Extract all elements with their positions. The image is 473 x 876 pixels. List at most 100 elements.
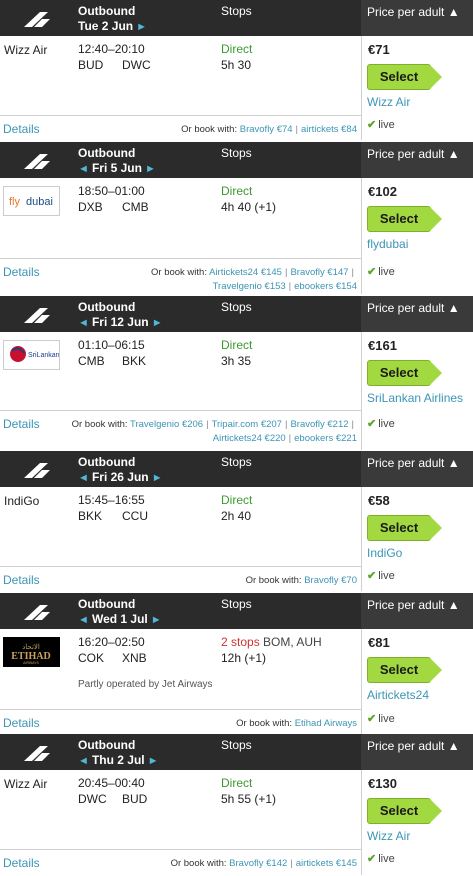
booking-option-link[interactable]: airtickets €145 (296, 858, 357, 869)
svg-text:الاتحاد: الاتحاد (22, 643, 40, 651)
price-sort-header[interactable]: Price per adult ▲ (361, 0, 473, 36)
live-indicator: ✔ live (367, 265, 395, 278)
svg-text:AIRWAYS: AIRWAYS (23, 661, 39, 665)
booking-option-link[interactable]: Tripair.com €207 (212, 419, 282, 430)
booking-option-link[interactable]: Etihad Airways (295, 718, 357, 729)
flight-times: 18:50–01:00 (78, 184, 145, 198)
booking-option-link[interactable]: Bravofly €70 (304, 575, 357, 586)
booking-vendor-link[interactable]: IndiGo (367, 546, 402, 560)
flight-details: SriLankan 01:10–06:15 CMB BKK Direct 3h 35 €16… (0, 332, 473, 450)
prev-date-arrow[interactable]: ◄ (78, 163, 92, 175)
select-button[interactable]: Select (367, 515, 442, 541)
result-header: Outbound ◄ Fri 5 Jun ► Stops Price per adul… (0, 142, 473, 178)
outbound-date: ◄ Fri 26 Jun ► (78, 470, 163, 484)
price-per-adult-label: Price per adult ▲ (367, 5, 460, 19)
or-book-label: Or book with: (170, 858, 227, 869)
details-link[interactable]: Details (3, 122, 40, 136)
flight-duration: 4h 40 (+1) (221, 200, 277, 214)
booking-option-link[interactable]: Airtickets24 €220 (213, 433, 286, 444)
separator: | (284, 267, 288, 278)
destination-code: XNB (122, 651, 147, 665)
booking-option-link[interactable]: ebookers €221 (294, 433, 357, 444)
details-link[interactable]: Details (3, 573, 40, 587)
booking-vendor-link[interactable]: Wizz Air (367, 95, 410, 109)
booking-vendor-link[interactable]: Wizz Air (367, 829, 410, 843)
flight-duration: 12h (+1) (221, 651, 267, 665)
airport-codes: DWC BUD (78, 792, 166, 806)
price-per-adult-label: Price per adult ▲ (367, 598, 460, 612)
price-sort-header[interactable]: Price per adult ▲ (361, 593, 473, 629)
select-button[interactable]: Select (367, 64, 442, 90)
prev-date-arrow[interactable]: ◄ (78, 317, 92, 329)
booking-option-link[interactable]: Bravofly €147 (290, 267, 348, 278)
price-column: €161 Select SriLankan Airlines ✔ live (361, 332, 473, 450)
airline-name: Wizz Air (4, 43, 48, 57)
stops-info: Direct (221, 42, 252, 56)
svg-text:fly: fly (9, 196, 21, 208)
price-sort-header[interactable]: Price per adult ▲ (361, 451, 473, 487)
select-button[interactable]: Select (367, 206, 442, 232)
price-column: €58 Select IndiGo ✔ live (361, 487, 473, 591)
price-sort-header[interactable]: Price per adult ▲ (361, 296, 473, 332)
outbound-date-text: Fri 12 Jun (91, 315, 149, 329)
prev-date-arrow[interactable]: ◄ (78, 755, 92, 767)
result-header: Outbound ◄ Fri 26 Jun ► Stops Price per adu… (0, 451, 473, 487)
select-button[interactable]: Select (367, 798, 442, 824)
price-column: €81 Select Airtickets24 ✔ live (361, 629, 473, 734)
prev-date-arrow[interactable]: ◄ (78, 614, 92, 626)
prev-date-arrow[interactable]: ◄ (78, 472, 92, 484)
flight-times: 20:45–00:40 (78, 776, 145, 790)
airport-codes: CMB BKK (78, 354, 166, 368)
flight-result: Outbound ◄ Thu 2 Jul ► Stops Price per adul… (0, 734, 473, 876)
next-date-arrow[interactable]: ► (149, 472, 163, 484)
select-button[interactable]: Select (367, 657, 442, 683)
details-link[interactable]: Details (3, 716, 40, 730)
booking-option-link[interactable]: Bravofly €74 (240, 124, 293, 135)
next-date-arrow[interactable]: ► (145, 755, 159, 767)
booking-option-link[interactable]: Airtickets24 €145 (209, 267, 282, 278)
flight-duration: 2h 40 (221, 509, 252, 523)
result-header: Outbound ◄ Wed 1 Jul ► Stops Price per adul… (0, 593, 473, 629)
next-date-arrow[interactable]: ► (149, 317, 163, 329)
or-book-label: Or book with: (71, 419, 128, 430)
other-booking-options: Or book with: Bravofly €70 (246, 574, 357, 588)
stops-label: Stops (221, 146, 252, 160)
stops-info: Direct (221, 184, 252, 198)
next-date-arrow[interactable]: ► (142, 163, 156, 175)
next-date-arrow[interactable]: ► (133, 21, 147, 33)
details-link[interactable]: Details (3, 417, 40, 431)
booking-option-link[interactable]: Bravofly €212 (290, 419, 348, 430)
stops-info: Direct (221, 493, 252, 507)
booking-option-link[interactable]: airtickets €84 (301, 124, 357, 135)
details-link[interactable]: Details (3, 265, 40, 279)
flight-times: 16:20–02:50 (78, 635, 145, 649)
price-value: €81 (368, 635, 390, 650)
price-sort-header[interactable]: Price per adult ▲ (361, 734, 473, 770)
details-link[interactable]: Details (3, 856, 40, 870)
booking-vendor-link[interactable]: SriLankan Airlines (367, 391, 463, 405)
booking-vendor-link[interactable]: flydubai (367, 237, 408, 251)
destination-code: BKK (122, 354, 147, 368)
stops-count: Direct (221, 42, 253, 56)
airplane-icon (24, 463, 50, 478)
separator: | (284, 419, 288, 430)
price-sort-header[interactable]: Price per adult ▲ (361, 142, 473, 178)
booking-option-link[interactable]: ebookers €154 (294, 281, 357, 292)
live-indicator: ✔ live (367, 569, 395, 582)
outbound-label: Outbound (78, 738, 136, 752)
live-label: live (378, 570, 395, 582)
airline-logo: fly dubai (3, 186, 60, 216)
etihad-logo: الاتحادETIHADAIRWAYS (11, 643, 50, 665)
next-date-arrow[interactable]: ► (148, 614, 162, 626)
other-booking-options: Or book with: Travelgenio €206 | Tripair.c… (72, 418, 357, 446)
airplane-icon (24, 308, 50, 323)
booking-vendor-link[interactable]: Airtickets24 (367, 688, 429, 702)
booking-option-link[interactable]: Travelgenio €153 (213, 281, 286, 292)
stops-count: Direct (221, 184, 253, 198)
select-button[interactable]: Select (367, 360, 442, 386)
result-footer: Details Or book with: Airtickets24 €145 | B… (0, 258, 361, 295)
flight-duration: 5h 55 (+1) (221, 792, 277, 806)
booking-option-link[interactable]: Bravofly €142 (229, 858, 287, 869)
booking-option-link[interactable]: Travelgenio €206 (130, 419, 203, 430)
checkmark-icon: ✔ (367, 266, 377, 278)
